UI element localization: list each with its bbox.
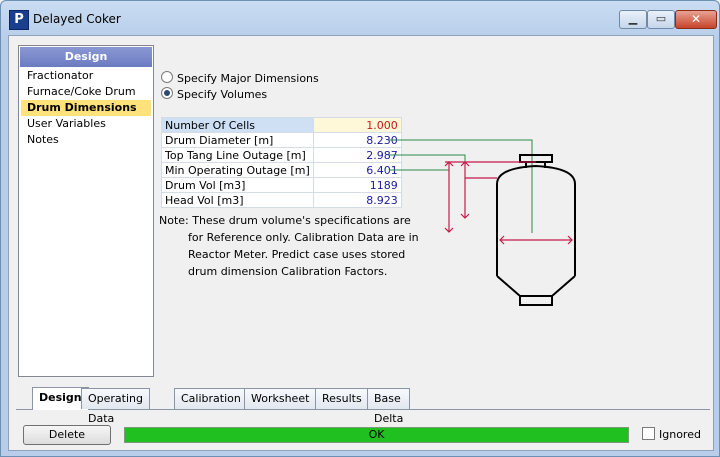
drum-bottom-nozzle <box>519 295 553 306</box>
grid-row-number-of-cells: Number Of Cells 1.000 <box>161 117 402 133</box>
tab-operating-data[interactable]: Operating Data <box>81 388 150 425</box>
drum-vessel-outline <box>496 154 576 306</box>
close-button[interactable]: ✕ <box>675 10 717 29</box>
nav-item-furnace-coke-drum[interactable]: Furnace/Coke Drum <box>21 84 151 100</box>
tab-results[interactable]: Results <box>315 388 369 409</box>
option-volumes-label: Specify Volumes <box>177 88 268 101</box>
drum-shell <box>496 184 576 276</box>
grid-label-top-tang-line-outage: Top Tang Line Outage [m] <box>161 147 314 163</box>
maximize-button[interactable]: ▭ <box>647 10 675 29</box>
option-major-dimensions-label: Specify Major Dimensions <box>177 72 319 85</box>
drum-top-nozzle <box>519 154 553 163</box>
tab-strip-divider <box>16 409 710 410</box>
nav-item-notes[interactable]: Notes <box>21 132 151 148</box>
grid-label-number-of-cells: Number Of Cells <box>161 117 314 133</box>
option-major-dimensions[interactable]: Specify Major Dimensions <box>161 71 319 87</box>
note-line-2: for Reference only. Calibration Data are… <box>188 231 419 244</box>
radio-volumes[interactable] <box>161 87 173 99</box>
tab-base-delta[interactable]: Base Delta <box>367 388 411 425</box>
note-line-4: drum dimension Calibration Factors. <box>188 265 388 278</box>
drum-top-head <box>496 164 576 185</box>
note-line-3: Reactor Meter. Predict case uses stored <box>188 248 406 261</box>
tab-calibration[interactable]: Calibration <box>174 388 248 409</box>
nav-header: Design <box>20 47 152 67</box>
navigation-panel: Design Fractionator Furnace/Coke Drum Dr… <box>18 45 154 377</box>
app-icon: P <box>9 10 29 30</box>
grid-row-top-tang-line-outage: Top Tang Line Outage [m] 2.987 <box>161 147 402 163</box>
ignored-checkbox[interactable] <box>642 427 655 440</box>
grid-label-drum-diameter: Drum Diameter [m] <box>161 132 314 148</box>
minimize-icon: ▁ <box>628 12 638 25</box>
title-bar[interactable]: P Delayed Coker ▁ ▭ ✕ <box>1 1 719 35</box>
maximize-icon: ▭ <box>655 12 667 25</box>
client-area: Design Fractionator Furnace/Coke Drum Dr… <box>8 35 714 451</box>
reference-note: Note: These drum volume's specifications… <box>159 212 419 280</box>
nav-item-fractionator[interactable]: Fractionator <box>21 68 151 84</box>
grid-row-drum-diameter: Drum Diameter [m] 8.230 <box>161 132 402 148</box>
option-volumes[interactable]: Specify Volumes <box>161 87 267 103</box>
grid-row-head-vol: Head Vol [m3] 8.923 <box>161 192 402 208</box>
grid-row-min-operating-outage: Min Operating Outage [m] 6.401 <box>161 162 402 178</box>
status-bar: OK <box>124 427 629 443</box>
delete-button[interactable]: Delete <box>23 425 111 445</box>
window-title: Delayed Coker <box>33 12 121 26</box>
ignored-label: Ignored <box>659 428 701 441</box>
dimension-marks <box>444 161 573 245</box>
grid-label-drum-vol: Drum Vol [m3] <box>161 177 314 193</box>
tab-worksheet[interactable]: Worksheet <box>244 388 317 409</box>
grid-label-min-operating-outage: Min Operating Outage [m] <box>161 162 314 178</box>
leader-lines <box>389 139 533 233</box>
leader-drum-diameter <box>389 139 533 233</box>
note-line-1: Note: These drum volume's specifications… <box>159 214 411 227</box>
grid-label-head-vol: Head Vol [m3] <box>161 192 314 208</box>
drum-bottom-cone <box>496 275 576 297</box>
radio-major-dimensions[interactable] <box>161 71 173 83</box>
coke-drum-diagram <box>389 139 576 306</box>
ignored-option[interactable]: Ignored <box>642 427 701 441</box>
nav-item-user-variables[interactable]: User Variables <box>21 116 151 132</box>
leader-min-operating-outage <box>389 169 450 178</box>
delayed-coker-window: P Delayed Coker ▁ ▭ ✕ Design Fractionato… <box>0 0 720 457</box>
close-icon: ✕ <box>690 12 702 26</box>
nav-item-drum-dimensions[interactable]: Drum Dimensions <box>21 100 151 116</box>
minimize-button[interactable]: ▁ <box>619 10 647 29</box>
drum-dimensions-grid: Number Of Cells 1.000 Drum Diameter [m] … <box>161 117 402 208</box>
grid-row-drum-vol: Drum Vol [m3] 1189 <box>161 177 402 193</box>
leader-top-tang-outage <box>389 154 466 162</box>
